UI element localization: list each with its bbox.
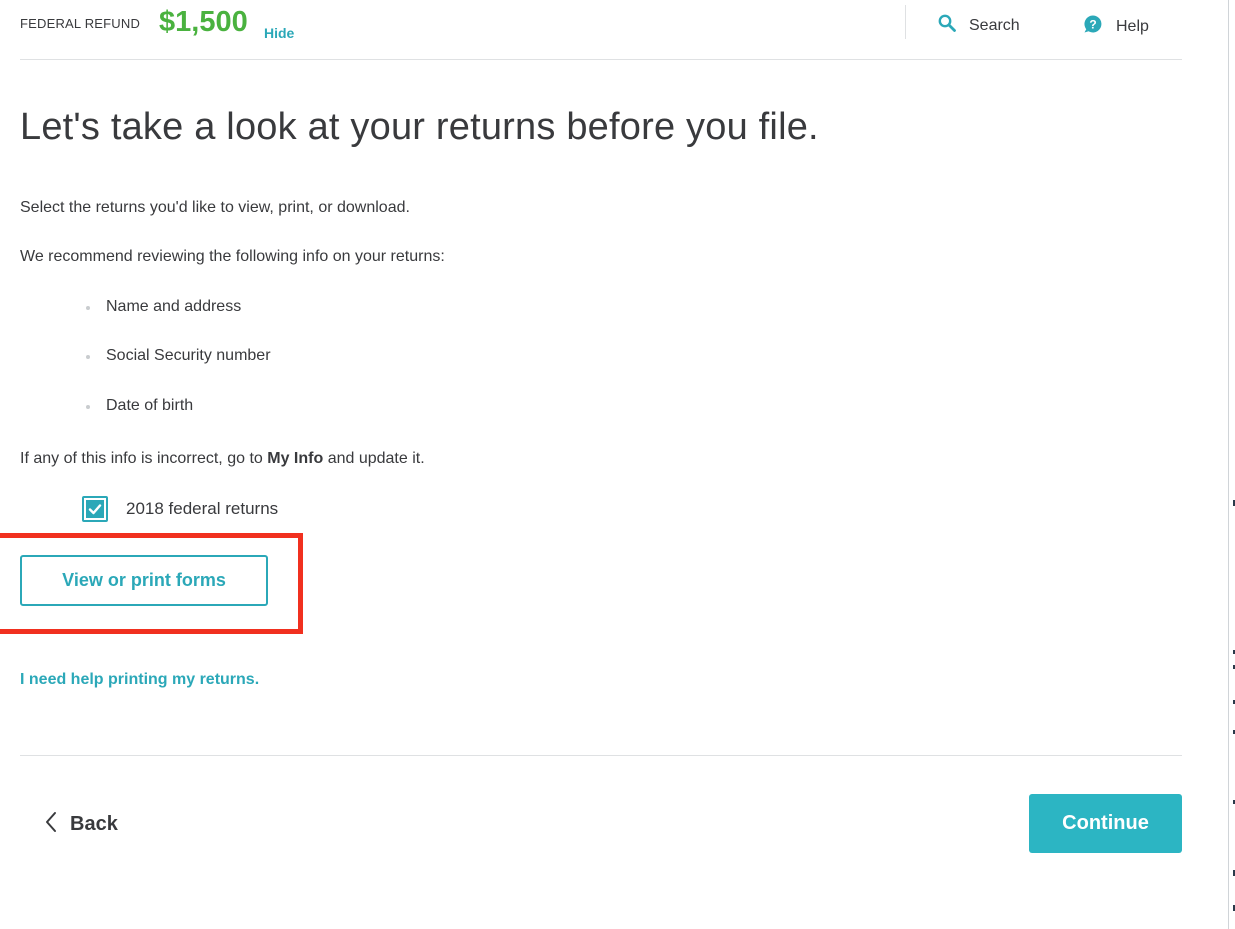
- search-button[interactable]: Search: [938, 14, 1020, 37]
- intro-text: Select the returns you'd like to view, p…: [20, 199, 410, 216]
- incorrect-suffix: and update it.: [327, 450, 425, 467]
- back-button[interactable]: Back: [44, 810, 118, 839]
- footer-divider: [20, 755, 1182, 756]
- svg-text:?: ?: [1089, 18, 1096, 32]
- help-printing-link[interactable]: I need help printing my returns.: [20, 671, 259, 689]
- list-item: Social Security number: [86, 347, 271, 365]
- help-icon: ?: [1083, 14, 1103, 39]
- list-item: Name and address: [86, 298, 241, 316]
- window-edge: [1228, 0, 1235, 929]
- list-item-label: Social Security number: [106, 347, 271, 364]
- federal-returns-checkbox[interactable]: [82, 496, 108, 522]
- refund-label: FEDERAL REFUND: [20, 16, 141, 31]
- chevron-left-icon: [44, 810, 58, 839]
- view-or-print-forms-button[interactable]: View or print forms: [20, 555, 268, 606]
- page-title: Let's take a look at your returns before…: [20, 106, 819, 148]
- recommend-text: We recommend reviewing the following inf…: [20, 248, 445, 265]
- search-icon: [938, 14, 956, 37]
- checkmark-icon: [86, 500, 104, 518]
- list-item: Date of birth: [86, 397, 193, 415]
- list-item-label: Name and address: [106, 298, 242, 315]
- continue-button[interactable]: Continue: [1029, 794, 1182, 853]
- search-label: Search: [969, 16, 1020, 34]
- incorrect-prefix: If any of this info is incorrect, go to: [20, 450, 263, 467]
- federal-returns-checkbox-row[interactable]: 2018 federal returns: [82, 496, 278, 522]
- incorrect-info-text: If any of this info is incorrect, go to …: [20, 450, 425, 468]
- header-bar: FEDERAL REFUND $1,500 Hide Search ? Help: [20, 0, 1182, 60]
- back-label: Back: [70, 813, 118, 835]
- page: FEDERAL REFUND $1,500 Hide Search ? Help: [0, 0, 1235, 929]
- help-button[interactable]: ? Help: [1083, 14, 1149, 39]
- refund-amount: $1,500: [159, 6, 248, 38]
- help-label: Help: [1116, 17, 1149, 35]
- bullet-dot: [86, 354, 90, 359]
- my-info-link[interactable]: My Info: [267, 450, 323, 467]
- checkbox-label: 2018 federal returns: [126, 499, 279, 518]
- bullet-dot: [86, 305, 90, 310]
- hide-refund-link[interactable]: Hide: [264, 25, 294, 41]
- list-item-label: Date of birth: [106, 397, 194, 414]
- header-divider: [905, 5, 906, 39]
- bullet-dot: [86, 404, 90, 409]
